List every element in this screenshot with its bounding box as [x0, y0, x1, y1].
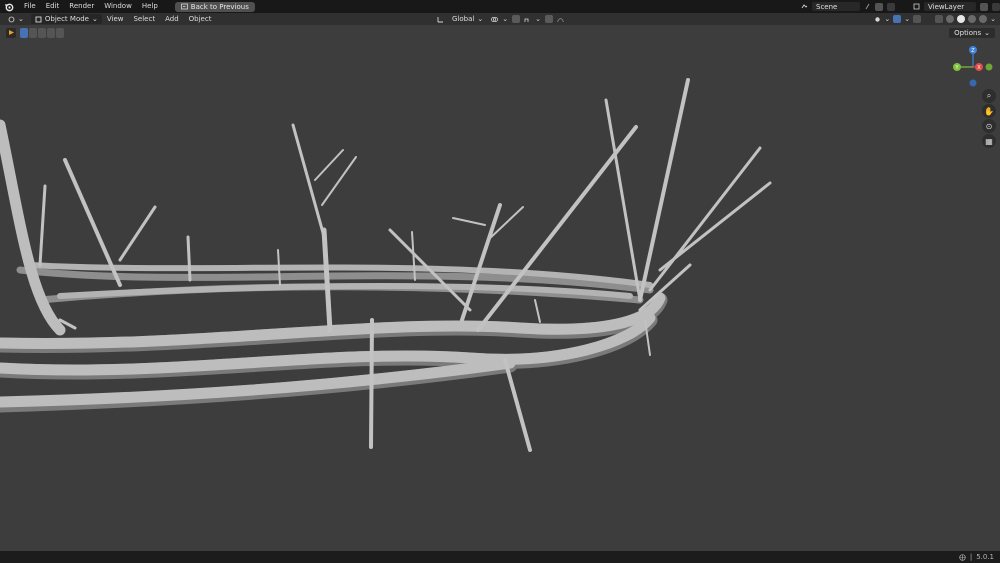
- menu-edit[interactable]: Edit: [41, 0, 65, 13]
- new-scene-icon[interactable]: [875, 2, 883, 11]
- solid-shading-icon[interactable]: [957, 15, 966, 23]
- mode-label: Object Mode: [44, 15, 89, 23]
- chevron-down-icon: ⌄: [884, 15, 891, 23]
- blender-version: 5.0.1: [976, 553, 994, 561]
- back-to-previous-button[interactable]: Back to Previous: [174, 1, 255, 12]
- gizmo-neg-x-icon[interactable]: [985, 63, 993, 71]
- editor-type-button[interactable]: ⌄: [4, 14, 28, 24]
- top-menubar: File Edit Render Window Help Back to Pre…: [0, 0, 1000, 13]
- overlays-toggle-icon[interactable]: [913, 15, 922, 23]
- select-intersect-button[interactable]: [56, 27, 64, 38]
- menu-window[interactable]: Window: [99, 0, 137, 13]
- back-arrow-icon: [180, 3, 188, 10]
- delete-scene-icon[interactable]: [887, 2, 895, 11]
- mode-dropdown[interactable]: Object Mode ⌄: [30, 14, 102, 24]
- pin-icon[interactable]: [864, 3, 871, 10]
- wireframe-shading-icon[interactable]: [946, 15, 955, 23]
- view-layer-icon[interactable]: [913, 3, 920, 10]
- material-shading-icon[interactable]: [968, 15, 977, 23]
- viewport-scene: [0, 78, 772, 452]
- scene-name-field[interactable]: Scene: [812, 2, 860, 11]
- header-center-tools: Global ⌄ ⌄ ⌄: [437, 13, 564, 25]
- gizmo-x-label: X: [977, 65, 981, 71]
- menu-select[interactable]: Select: [128, 13, 160, 26]
- options-label: Options: [954, 29, 982, 37]
- select-subtract-button[interactable]: [38, 27, 46, 38]
- object-mode-icon: [35, 16, 42, 22]
- cursor-tool-icon: [8, 30, 14, 35]
- transform-orientation-dropdown[interactable]: Global ⌄: [448, 14, 487, 24]
- select-invert-button[interactable]: [47, 27, 55, 38]
- selection-mode-group: [20, 27, 64, 38]
- navigation-gizmo[interactable]: Z Y X: [950, 43, 996, 89]
- menu-object[interactable]: Object: [184, 13, 217, 26]
- gizmo-z-label: Z: [971, 48, 975, 54]
- select-new-button[interactable]: [20, 27, 28, 38]
- view-layer-field[interactable]: ViewLayer: [924, 2, 976, 11]
- xray-toggle-icon[interactable]: [935, 15, 944, 23]
- gizmo-neg-z-icon[interactable]: [969, 79, 977, 87]
- gizmo-toggle-icon[interactable]: [893, 15, 902, 23]
- snap-toggle-icon[interactable]: [512, 15, 521, 23]
- menu-render[interactable]: Render: [64, 0, 99, 13]
- globe-icon[interactable]: [959, 553, 966, 561]
- viewport-header: ⌄ Object Mode ⌄ View Select Add Object G…: [0, 13, 1000, 25]
- active-tool-button[interactable]: [6, 27, 16, 38]
- camera-view-icon[interactable]: ⊙: [982, 119, 996, 133]
- proportional-editing-icon[interactable]: [544, 15, 553, 23]
- perspective-grid-icon[interactable]: ▦: [982, 134, 996, 148]
- scene-icon[interactable]: [801, 3, 808, 10]
- status-bar: | 5.0.1: [0, 551, 1000, 563]
- delete-view-layer-icon[interactable]: [992, 2, 1000, 11]
- chevron-down-icon: ⌄: [502, 15, 509, 23]
- menu-add[interactable]: Add: [160, 13, 184, 26]
- view-layer-name: ViewLayer: [928, 2, 965, 11]
- header-right-tools: ⌄ ⌄ ⌄: [874, 13, 996, 25]
- crown-of-thorns-object[interactable]: [0, 78, 772, 452]
- 3d-viewport[interactable]: [0, 40, 1000, 551]
- pivot-point-icon[interactable]: [491, 16, 499, 23]
- status-separator: |: [969, 553, 973, 561]
- top-right-area: Scene ViewLayer: [801, 0, 1000, 13]
- options-dropdown[interactable]: Options ⌄: [949, 28, 995, 38]
- pan-hand-icon[interactable]: ✋: [982, 104, 996, 118]
- rendered-shading-icon[interactable]: [979, 15, 988, 23]
- chevron-down-icon: ⌄: [535, 15, 541, 23]
- snap-target-icon[interactable]: [524, 16, 531, 23]
- falloff-icon[interactable]: [557, 16, 564, 23]
- chevron-down-icon: ⌄: [477, 15, 484, 23]
- chevron-down-icon: ⌄: [990, 15, 996, 23]
- scene-name: Scene: [816, 2, 838, 11]
- chevron-down-icon: ⌄: [18, 15, 24, 23]
- menu-help[interactable]: Help: [137, 0, 163, 13]
- chevron-down-icon: ⌄: [91, 15, 98, 23]
- blender-logo-icon[interactable]: [4, 2, 14, 12]
- select-extend-button[interactable]: [29, 27, 37, 38]
- editor-type-icon: [8, 16, 15, 22]
- tool-settings-row: [6, 27, 64, 38]
- visibility-icon[interactable]: [874, 16, 881, 23]
- chevron-down-icon: ⌄: [904, 15, 911, 23]
- chevron-down-icon: ⌄: [984, 29, 990, 37]
- back-to-previous-label: Back to Previous: [190, 2, 249, 11]
- transform-orientation-icon: [437, 16, 443, 22]
- menu-view[interactable]: View: [102, 13, 129, 26]
- zoom-icon[interactable]: ⌕: [982, 89, 996, 103]
- menu-file[interactable]: File: [19, 0, 41, 13]
- new-view-layer-icon[interactable]: [980, 2, 988, 11]
- transform-orientation-label: Global: [452, 15, 475, 23]
